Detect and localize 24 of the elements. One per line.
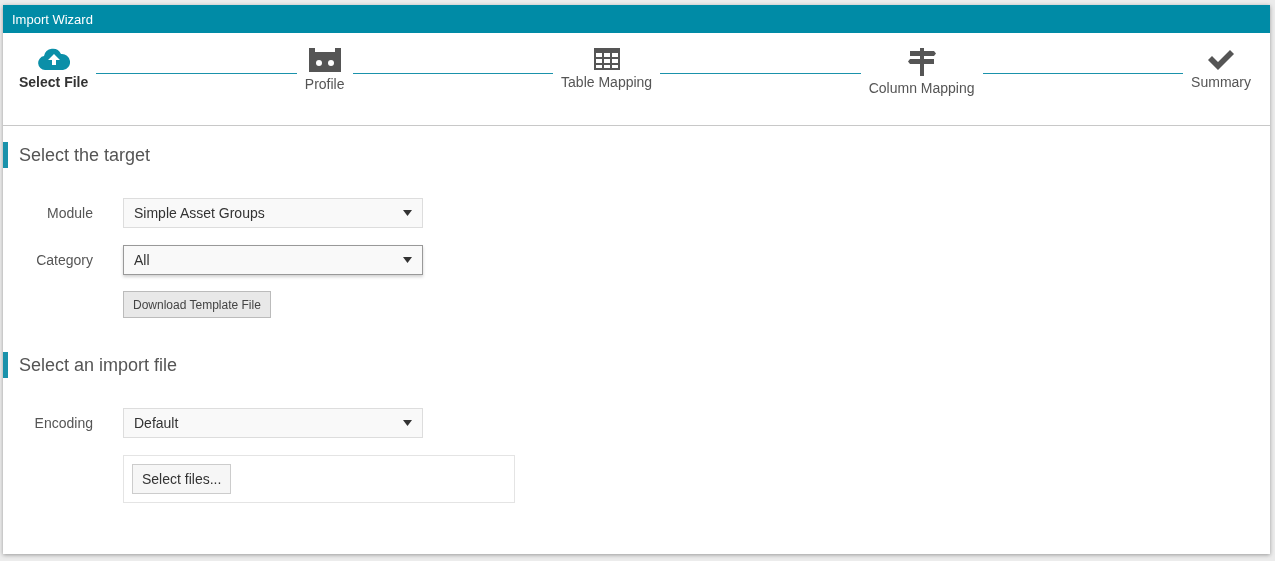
section-header: Select the target xyxy=(3,142,1270,168)
dropdown[interactable]: All xyxy=(123,245,423,275)
caret-icon xyxy=(403,420,412,426)
wizard-step[interactable]: Profile xyxy=(304,48,345,92)
field-label: Module xyxy=(46,205,93,221)
download-button[interactable]: Download Template File xyxy=(123,291,271,318)
signpost-icon xyxy=(907,48,936,76)
cloud-upload-icon xyxy=(37,48,70,70)
table-icon xyxy=(593,48,620,70)
select-files-button[interactable]: Select files... xyxy=(132,464,232,494)
dropdown[interactable]: Simple Asset Groups xyxy=(123,198,423,228)
caret-icon xyxy=(403,210,412,216)
dropdown[interactable]: Default xyxy=(123,408,423,438)
caret-icon xyxy=(403,257,412,263)
field-label: Category xyxy=(35,252,93,268)
checkmark-icon xyxy=(1208,48,1235,70)
wizard-step[interactable]: Column Mapping xyxy=(868,48,975,96)
window-title: Import Wizard xyxy=(12,11,93,27)
wizard-step[interactable]: Summary xyxy=(1191,48,1251,90)
section-header: Select an import file xyxy=(3,352,1270,378)
field-label: Encoding xyxy=(33,415,93,431)
cassette-icon xyxy=(308,48,341,72)
wizard-step[interactable]: Table Mapping xyxy=(561,48,653,90)
wizard-step[interactable]: Select File xyxy=(19,48,89,90)
